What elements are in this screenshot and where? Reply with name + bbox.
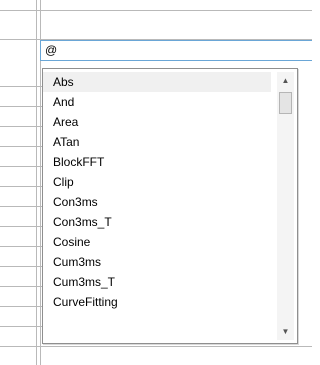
grid-row-divider [0, 146, 42, 147]
list-item[interactable]: ATan [43, 132, 271, 152]
grid-row-divider [0, 186, 42, 187]
grid-row-divider [0, 126, 42, 127]
spreadsheet-area: @ Abs And Area ATan BlockFFT Clip Con3ms… [0, 0, 312, 365]
grid-row-divider [0, 286, 42, 287]
grid-row-divider [0, 306, 42, 307]
scroll-up-arrow-icon[interactable]: ▲ [277, 72, 294, 89]
list-item[interactable]: Cosine [43, 232, 271, 252]
function-list: Abs And Area ATan BlockFFT Clip Con3ms C… [43, 72, 271, 312]
scrollbar-thumb[interactable] [279, 92, 292, 114]
list-item[interactable]: Area [43, 112, 271, 132]
list-item[interactable]: Abs [43, 72, 271, 92]
grid-row-divider [0, 166, 42, 167]
grid-row-divider [0, 106, 42, 107]
list-item[interactable]: Clip [43, 172, 271, 192]
scroll-down-arrow-icon[interactable]: ▼ [277, 323, 294, 340]
grid-row-divider [0, 326, 42, 327]
grid-row-divider [0, 226, 42, 227]
grid-row-divider [0, 246, 42, 247]
vertical-scrollbar[interactable]: ▲ ▼ [277, 72, 294, 340]
list-item[interactable]: Cum3ms_T [43, 272, 271, 292]
list-item[interactable]: Con3ms [43, 192, 271, 212]
grid-row-divider [0, 206, 42, 207]
grid-row-divider [0, 10, 312, 11]
grid-row-divider [0, 346, 312, 347]
grid-row-divider [0, 266, 42, 267]
list-item[interactable]: CurveFitting [43, 292, 271, 312]
list-item[interactable]: Cum3ms [43, 252, 271, 272]
list-item[interactable]: BlockFFT [43, 152, 271, 172]
function-autocomplete-list[interactable]: Abs And Area ATan BlockFFT Clip Con3ms C… [42, 68, 298, 344]
formula-input[interactable]: @ [40, 40, 312, 61]
list-item[interactable]: And [43, 92, 271, 112]
list-item[interactable]: Con3ms_T [43, 212, 271, 232]
grid-row-divider [0, 86, 42, 87]
grid-column-divider [36, 0, 37, 365]
